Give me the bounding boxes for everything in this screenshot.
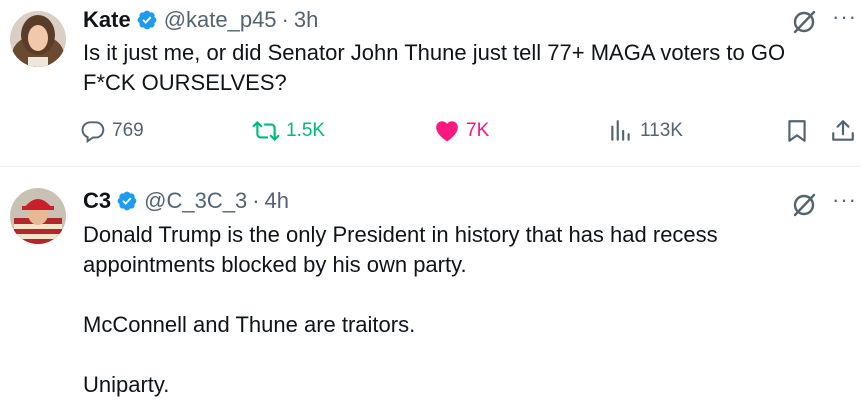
tweet-paragraph: McConnell and Thune are traitors. — [83, 312, 416, 337]
display-name[interactable]: C3 — [83, 188, 111, 214]
view-count: 113K — [640, 120, 683, 141]
tweet-header: Kate @kate_p45 · 3h — [83, 5, 318, 35]
share-button[interactable] — [830, 118, 861, 144]
repost-count: 1.5K — [286, 120, 326, 141]
verified-badge-icon — [116, 190, 138, 212]
separator-dot: · — [281, 7, 289, 32]
repost-button[interactable]: 1.5K — [252, 118, 325, 144]
like-icon — [436, 121, 458, 142]
tweet-header: C3 @C_3C_3 · 4h — [83, 186, 289, 216]
avatar-kate[interactable] — [10, 11, 66, 67]
timestamp[interactable]: 4h — [265, 188, 289, 214]
views-button[interactable]: 113K — [608, 118, 683, 144]
grok-icon[interactable] — [790, 191, 818, 219]
like-count: 7K — [466, 120, 490, 141]
tweet-text: Is it just me, or did Senator John Thune… — [83, 40, 786, 95]
reply-count: 769 — [112, 120, 144, 141]
timestamp[interactable]: 3h — [294, 7, 318, 33]
reply-icon — [81, 121, 105, 144]
grok-icon[interactable] — [790, 8, 818, 36]
bookmark-button[interactable] — [784, 118, 816, 144]
tweet-kate[interactable]: Kate @kate_p45 · 3h ··· Is it just me, o… — [0, 0, 861, 166]
user-handle[interactable]: @kate_p45 — [164, 7, 277, 33]
tweet-paragraph: Donald Trump is the only President in hi… — [83, 222, 718, 277]
views-icon — [611, 120, 630, 141]
reply-button[interactable]: 769 — [80, 118, 144, 144]
repost-icon — [252, 121, 280, 141]
more-icon[interactable]: ··· — [832, 6, 857, 28]
tweet-paragraph: Uniparty. — [83, 372, 170, 397]
user-handle[interactable]: @C_3C_3 — [144, 188, 247, 214]
share-icon — [832, 120, 854, 141]
like-button[interactable]: 7K — [434, 118, 489, 144]
bookmark-icon — [788, 120, 806, 142]
tweet-text: Donald Trump is the only President in hi… — [83, 220, 823, 400]
separator-dot: · — [252, 188, 260, 213]
more-icon[interactable]: ··· — [832, 189, 857, 211]
tweet-c3[interactable]: C3 @C_3C_3 · 4h ··· Donald Trump is the … — [0, 166, 861, 408]
display-name[interactable]: Kate — [83, 7, 131, 33]
verified-badge-icon — [136, 9, 158, 31]
avatar-c3[interactable] — [10, 188, 66, 244]
tweet-actions: 769 1.5K 7K 113K — [80, 118, 861, 148]
